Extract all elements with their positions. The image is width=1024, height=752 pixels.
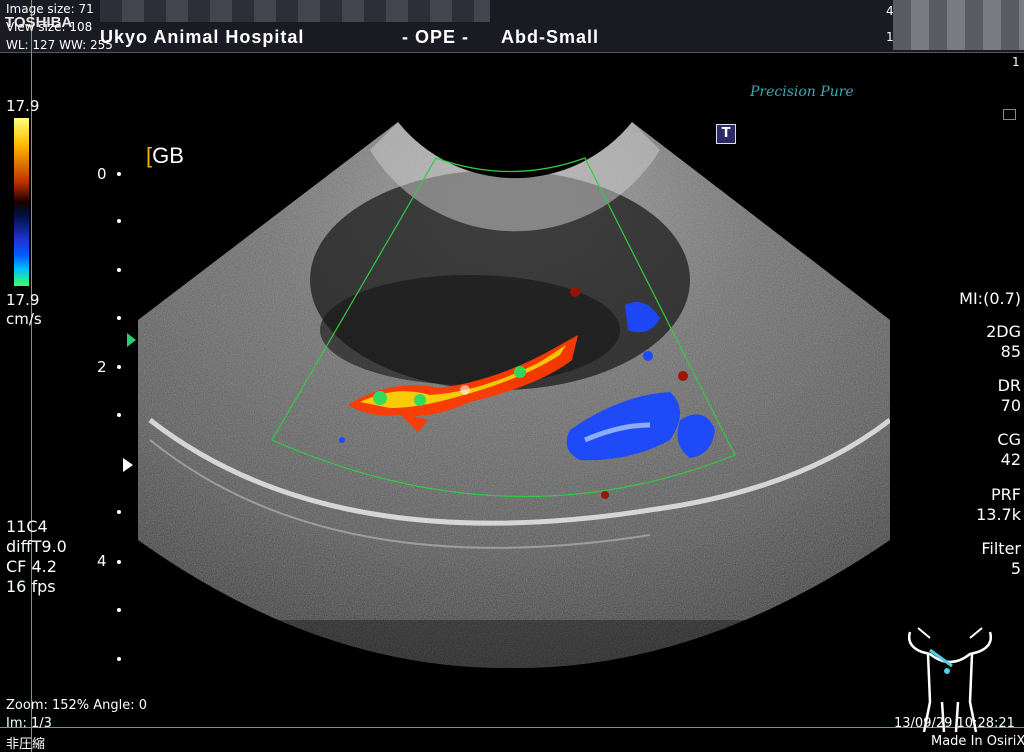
- depth-tick: [117, 268, 121, 272]
- compression-note: 非圧縮: [6, 737, 46, 752]
- corner-label-right: 1: [1012, 55, 1020, 69]
- depth-label-0: 0: [97, 165, 107, 183]
- corner-label-mid: 1: [886, 30, 894, 44]
- t-marker-icon: T: [716, 124, 736, 144]
- gain-value: 85: [1000, 342, 1021, 361]
- focus-marker-icon[interactable]: [123, 458, 133, 472]
- probe-params: 11C4 diffT9.0 CF 4.2 16 fps: [6, 517, 67, 597]
- filter-label: Filter: [981, 539, 1021, 558]
- mode-label: - OPE -: [402, 27, 470, 47]
- dr-value: 70: [1000, 396, 1021, 415]
- frame-rate: 16 fps: [6, 577, 56, 596]
- prf-label: PRF: [991, 485, 1021, 504]
- anatomy-label-text: GB: [152, 143, 184, 168]
- depth-tick: [117, 510, 121, 514]
- cg-label: CG: [997, 430, 1021, 449]
- timestamp: 13/09/29 10:28:21: [894, 716, 1015, 731]
- depth-label-4: 4: [97, 552, 107, 570]
- depth-tick: [117, 413, 121, 417]
- orientation-marker-icon: [127, 333, 136, 347]
- depth-tick: [117, 219, 121, 223]
- depth-label-2: 2: [97, 358, 107, 376]
- horizontal-guide-line: [0, 727, 1024, 728]
- prf-value: 13.7k: [976, 505, 1021, 524]
- velocity-scale-bottom: 17.9: [6, 291, 40, 309]
- preset-label: Abd-Small: [501, 27, 600, 47]
- filter-value: 5: [1010, 559, 1021, 578]
- dicom-viewer[interactable]: Image size: 71 TOSHIBA View size: 108 WL…: [0, 0, 1024, 752]
- zoom-info: Zoom: 152% Angle: 0: [6, 698, 148, 713]
- image-index: Im: 1/3: [6, 716, 52, 731]
- anatomy-label[interactable]: [GB: [146, 143, 184, 169]
- harmonic-setting: diffT9.0: [6, 537, 67, 556]
- velocity-scale-unit: cm/s: [6, 310, 42, 328]
- depth-tick: [117, 316, 121, 320]
- precision-logo: Precision Pure: [750, 84, 854, 100]
- hospital-name: Ukyo Animal Hospital: [100, 27, 305, 47]
- gain-label: 2DG: [986, 322, 1021, 341]
- ultrasound-image[interactable]: [0, 0, 1024, 752]
- depth-tick: [117, 608, 121, 612]
- color-frequency: CF 4.2: [6, 557, 57, 576]
- velocity-scale-top: 17.9: [6, 97, 40, 115]
- window-level-info: WL: 127 WW: 255: [6, 38, 113, 52]
- depth-tick: [117, 657, 121, 661]
- cg-value: 42: [1000, 450, 1021, 469]
- probe-name: 11C4: [6, 517, 48, 536]
- made-in-label: Made In OsiriX: [931, 734, 1024, 749]
- depth-tick: [117, 172, 121, 176]
- depth-tick: [117, 560, 121, 564]
- corner-label-top: 4: [886, 4, 894, 18]
- view-size-info: View size: 108: [6, 20, 93, 34]
- dr-label: DR: [997, 376, 1021, 395]
- header-divider: [0, 52, 1024, 53]
- marker-box-icon: [1003, 109, 1016, 120]
- depth-tick: [117, 365, 121, 369]
- velocity-color-bar: [14, 118, 29, 286]
- mi-value: MI:(0.7): [959, 289, 1021, 308]
